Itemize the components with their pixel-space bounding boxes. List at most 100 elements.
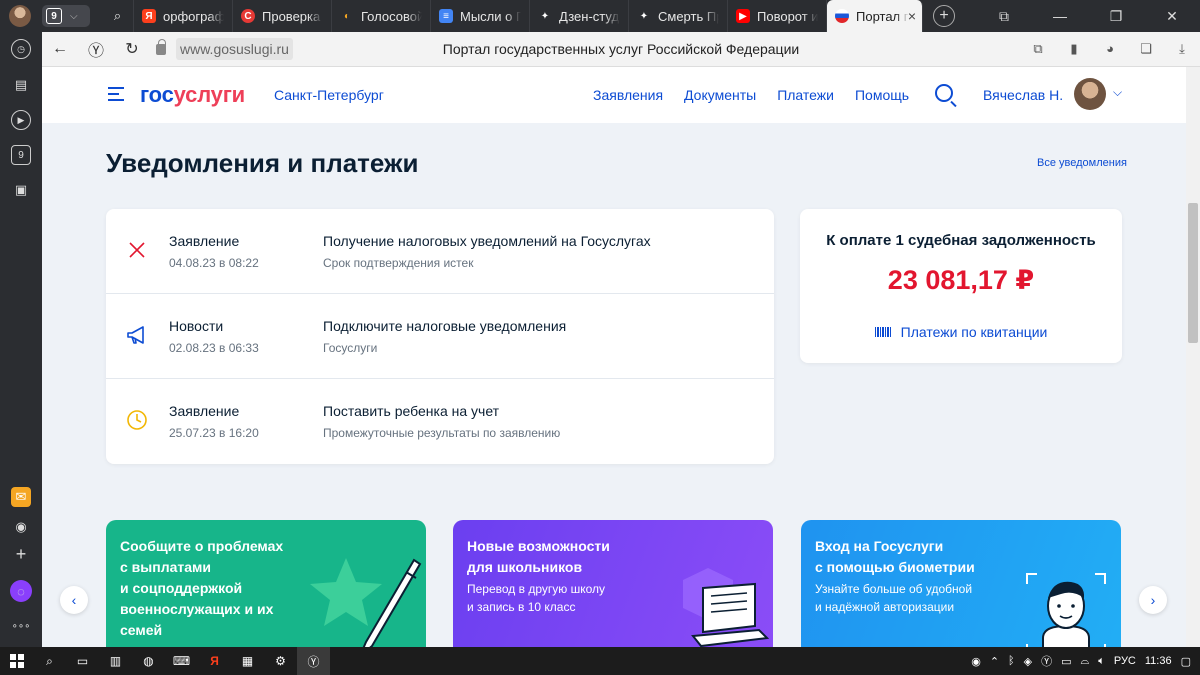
history-icon[interactable]: ◷ [11,39,31,59]
menu-icon[interactable] [108,87,124,101]
download-icon[interactable]: ⤓ [1164,41,1200,57]
tray-yandex-icon[interactable]: Ⓨ [1041,653,1052,669]
start-button[interactable] [0,647,33,675]
search-icon[interactable]: ⌕ [33,647,66,675]
promo-card-biometrics[interactable]: Вход на Госуслуги с помощью биометрии Уз… [801,520,1121,647]
carousel-prev-button[interactable]: ‹ [60,586,88,614]
receipt-payments-link[interactable]: Платежи по квитанции [800,324,1122,340]
restore-icon[interactable]: ❐ [1088,8,1144,25]
notifications-icon[interactable]: ▢ [1181,655,1191,668]
protect-icon[interactable]: ◕ [1092,41,1128,57]
nav-payments[interactable]: Платежи [777,87,834,103]
flag-icon [835,9,849,23]
notification-date: 25.07.23 в 16:20 [169,426,259,440]
promo-card-school[interactable]: Новые возможности для школьников Перевод… [453,520,773,647]
reload-icon[interactable]: ↻ [114,39,150,59]
carousel-next-button[interactable]: › [1139,586,1167,614]
all-notifications-link[interactable]: Все уведомления [1037,157,1127,169]
tab-5[interactable]: ✦ Дзен-студи [530,0,629,32]
notifications-card: Заявление 04.08.23 в 08:22 Получение нал… [106,209,774,464]
promo-sub-line: Перевод в другую школу [467,582,606,596]
task-view-icon[interactable]: ▭ [66,647,99,675]
language-indicator[interactable]: РУС [1114,655,1136,667]
address-actions: ⧉ ▮ ◕ ❏ ⤓ [1020,41,1200,57]
star-pen-illustration [310,558,422,647]
promo-subtitle: Перевод в другую школу и запись в 10 кла… [467,580,605,616]
tab-1[interactable]: Яорфографи [134,0,233,32]
payment-card: К оплате 1 судебная задолженность 23 081… [800,209,1122,363]
profile-avatar[interactable] [9,5,31,27]
add-icon[interactable]: + [11,544,31,564]
back-arrow-icon[interactable]: ← [42,40,78,58]
settings-gear-icon[interactable]: ⚙ [264,647,297,675]
chevron-down-icon[interactable]: ⌵ [1113,85,1122,100]
screenshot-icon[interactable]: ▣ [11,180,31,200]
notification-row[interactable]: Заявление 04.08.23 в 08:22 Получение нал… [106,209,774,294]
tab-active-gosuslugi[interactable]: Портал г × [827,0,923,32]
tab-search[interactable]: ⌕ [102,0,134,32]
network-icon[interactable]: ⌓ [1081,655,1090,668]
yandex-browser-icon[interactable]: Ⓨ [297,647,330,675]
more-icon[interactable]: ∘∘∘ [11,616,31,636]
yandex-app-icon[interactable]: Я [198,647,231,675]
tab-counter-button[interactable]: 9 ⌵ [42,5,90,27]
bookmarks-icon[interactable]: ⧉ [976,8,1032,25]
volume-icon[interactable]: 🔈︎ [1098,655,1105,668]
bookmark-icon[interactable]: ▮ [1056,41,1092,57]
yandex-home-icon[interactable]: Ⓨ [78,37,114,61]
notification-date: 02.08.23 в 06:33 [169,341,259,355]
notification-row[interactable]: Новости 02.08.23 в 06:33 Подключите нало… [106,294,774,379]
tray-app-icon[interactable]: ◈ [1024,655,1032,668]
tab-4[interactable]: ≡ Мысли о Пу [431,0,530,32]
collections-icon[interactable]: ▤ [11,75,31,95]
tab-2[interactable]: C Проверка с [233,0,332,32]
new-tab-button[interactable]: + [933,5,955,27]
system-tray: ◉ ⌃ ᛒ ◈ Ⓨ ▭ ⌓ 🔈︎ РУС 11:36 ▢ [971,647,1200,675]
notepad-icon[interactable]: ▥ [99,647,132,675]
gosuslugi-logo[interactable]: госуслуги [140,82,245,108]
nav-applications[interactable]: Заявления [593,87,663,103]
city-selector[interactable]: Санкт-Петербург [274,87,384,103]
extension-icon[interactable]: ❏ [1128,41,1164,57]
tab-7[interactable]: ▶ Поворот ис [728,0,827,32]
mail-icon[interactable]: ✉ [11,487,31,507]
notification-kind: Заявление [169,403,240,419]
promo-title-line: с выплатами [120,559,211,575]
control-panel-icon[interactable]: ▦ [231,647,264,675]
keyboard-icon[interactable]: ⌨ [165,647,198,675]
avatar[interactable] [1074,78,1106,110]
close-icon[interactable]: × [908,8,916,24]
tab-3[interactable]: ◐ Голосовой [332,0,431,32]
minimize-icon[interactable]: — [1032,8,1088,24]
search-icon: ⌕ [113,8,122,23]
url-field[interactable]: www.gosuslugi.ru [156,38,293,60]
promo-title-line: семей [120,622,163,638]
notification-kind: Новости [169,318,224,334]
notification-row[interactable]: Заявление 25.07.23 в 16:20 Поставить реб… [106,379,774,464]
counter-icon[interactable]: 9 [11,145,31,165]
messenger-icon[interactable]: ◉ [11,517,31,537]
promo-sub-line: Узнайте больше об удобной [815,582,973,596]
promo-title: Сообщите о проблемах с выплатами и соцпо… [120,536,283,641]
monitor-icon[interactable]: ▭ [1061,655,1071,668]
top-nav: Заявления Документы Платежи Помощь [593,87,930,103]
close-window-icon[interactable]: ✕ [1144,8,1200,25]
bluetooth-icon[interactable]: ᛒ [1008,655,1015,667]
tab-6[interactable]: ✦ Смерть Прі [629,0,728,32]
notification-sub: Промежуточные результаты по заявлению [323,426,561,440]
user-name[interactable]: Вячеслав Н. [983,87,1063,103]
clock[interactable]: 11:36 [1145,655,1172,667]
play-icon[interactable]: ▶ [11,110,31,130]
paint-icon[interactable]: ◍ [132,647,165,675]
nav-help[interactable]: Помощь [855,87,909,103]
search-icon[interactable] [935,84,953,102]
scrollbar-thumb[interactable] [1188,203,1198,343]
tray-app-icon[interactable]: ◉ [971,655,981,668]
promo-card-military[interactable]: Сообщите о проблемах с выплатами и соцпо… [106,520,426,647]
tray-chevron-icon[interactable]: ⌃ [990,655,999,668]
tabs-icon[interactable]: ⧉ [1020,41,1056,57]
alice-assistant-icon[interactable]: ◌ [10,580,32,602]
page-scrollbar[interactable] [1186,67,1200,647]
windows-logo-icon [9,654,24,668]
nav-documents[interactable]: Документы [684,87,756,103]
